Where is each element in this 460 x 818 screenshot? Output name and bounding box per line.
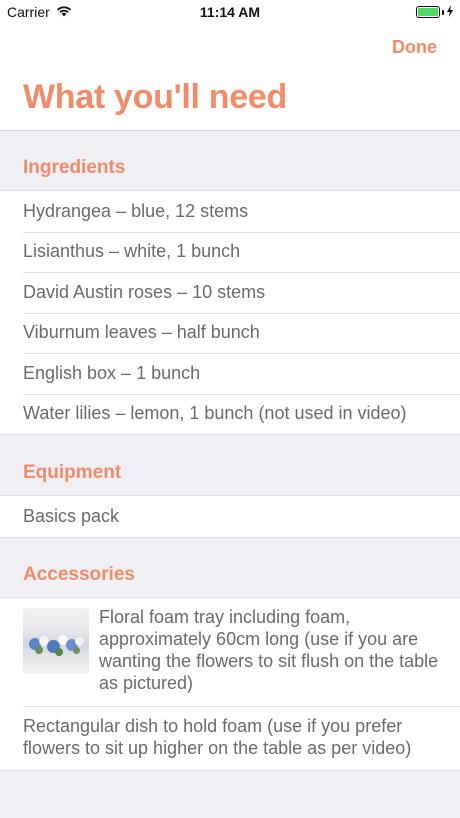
floral-arrangement-thumbnail	[23, 608, 89, 674]
list-item: English box – 1 bunch	[0, 353, 460, 394]
page-title: What you'll need	[23, 78, 287, 116]
battery-icon	[416, 6, 440, 18]
accessory-foam-tray-text: Floral foam tray including foam, approxi…	[99, 607, 439, 693]
equipment-list: Basics pack	[0, 496, 460, 538]
list-item: Hydrangea – blue, 12 stems	[23, 200, 249, 221]
accessories-list: Floral foam tray including foam, approxi…	[0, 598, 460, 771]
list-item: Rectangular dish to hold foam (use if yo…	[0, 706, 460, 770]
list-item: Viburnum leaves – half bunch	[0, 312, 460, 354]
charging-bolt-icon	[446, 4, 454, 20]
ingredients-list: Hydrangea – blue, 12 stems Lisianthus – …	[0, 191, 460, 435]
done-button[interactable]: Done	[392, 37, 437, 58]
navigation-header: Done What you'll need	[0, 24, 460, 131]
status-bar: Carrier 11:14 AM	[0, 0, 460, 24]
ingredients-section: Ingredients Hydrangea – blue, 12 stems L…	[0, 131, 460, 435]
section-header-equipment: Equipment	[0, 436, 460, 496]
accessories-section: Accessories Floral foam tray including f…	[0, 538, 460, 771]
equipment-section: Equipment Basics pack	[0, 436, 460, 538]
list-item: Water lilies – lemon, 1 bunch (not used …	[0, 393, 460, 435]
battery-tip	[442, 9, 444, 15]
list-item: David Austin roses – 10 stems	[0, 272, 460, 313]
status-time: 11:14 AM	[199, 4, 261, 20]
list-item: Lisianthus – white, 1 bunch	[0, 231, 460, 273]
section-header-accessories: Accessories	[0, 538, 460, 598]
section-header-ingredients: Ingredients	[0, 131, 460, 191]
list-item: Floral foam tray including foam, approxi…	[0, 598, 460, 706]
list-item: Basics pack	[23, 505, 120, 526]
status-right	[416, 4, 454, 20]
